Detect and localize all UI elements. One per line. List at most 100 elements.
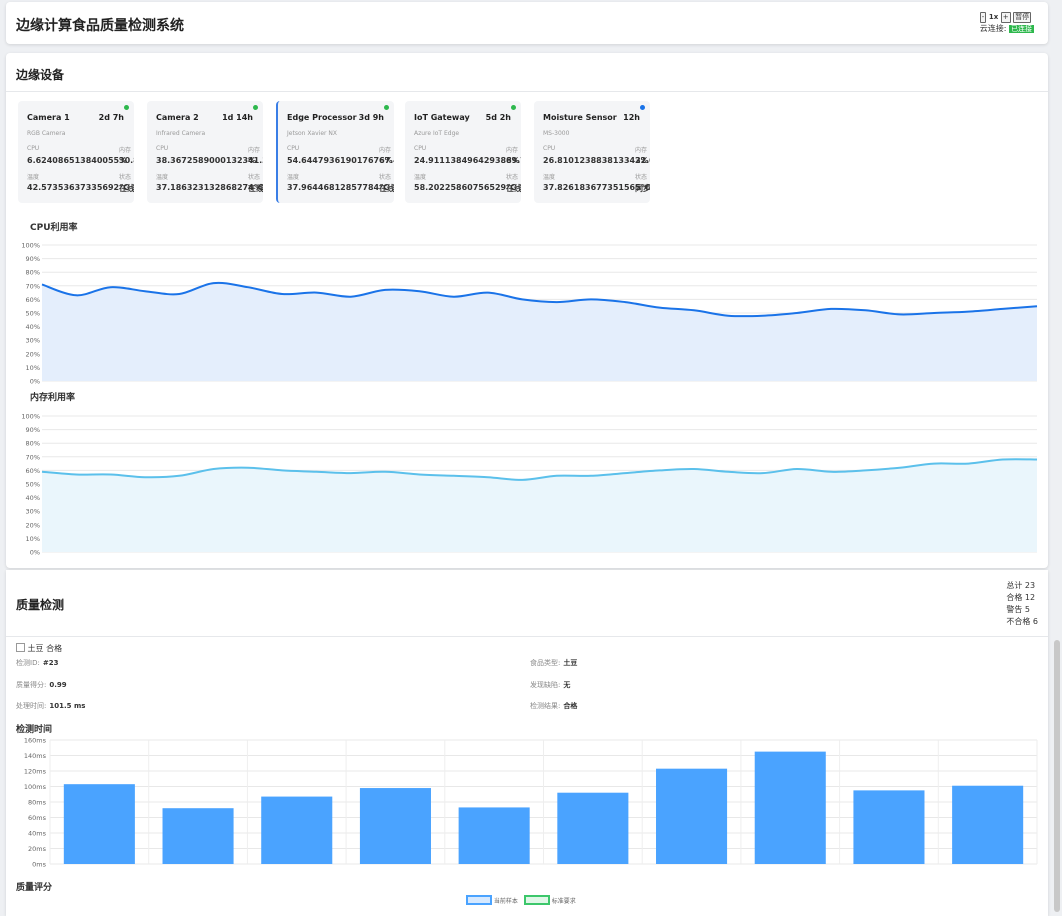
memory-label: 内存 [379, 145, 391, 154]
edge-devices-panel: 边缘设备 Camera 1 2d 7h RGB Camera CPU 内存 6.62408… [6, 53, 1048, 568]
device-card[interactable]: Camera 12d 7hRGB CameraCPU内存6.6240865138… [18, 101, 134, 203]
speed-decrease-button[interactable]: - [980, 12, 987, 23]
device-name: Edge Processor [287, 113, 357, 122]
temperature-label: 温度 [27, 172, 39, 181]
y-tick-label: 50% [26, 310, 40, 318]
cpu-value: 24.911138496429388% [414, 156, 520, 165]
sample-image-alt: 土豆 合格 [28, 644, 63, 653]
memory-label: 内存 [248, 145, 260, 154]
y-tick-label: 0% [30, 549, 40, 557]
cpu-label: CPU [414, 145, 426, 152]
y-tick-label: 30% [26, 508, 40, 516]
legend-swatch-standard [524, 895, 550, 905]
detection-time-chart: 0ms20ms40ms60ms80ms100ms120ms140ms160ms [6, 734, 1048, 874]
bar [261, 797, 332, 864]
y-tick-label: 60% [26, 296, 40, 304]
device-card[interactable]: Moisture Sensor12hMS-3000CPU内存26.8101238… [534, 101, 650, 203]
warning-count: 警告 5 [1006, 604, 1038, 616]
status-dot [640, 105, 645, 110]
bar [64, 784, 135, 864]
processing-time-row: 处理时间:101.5 ms [16, 701, 85, 711]
device-name: Moisture Sensor [543, 113, 617, 122]
device-model: Infrared Camera [156, 130, 205, 137]
device-card[interactable]: Edge Processor3d 9hJetson Xavier NXCPU内存… [276, 101, 394, 203]
device-name: Camera 1 [27, 113, 70, 122]
result-row: 检测结果:合格 [530, 701, 577, 711]
y-tick-label: 40% [26, 494, 40, 502]
bar [459, 807, 530, 864]
speed-increase-button[interactable]: + [1001, 12, 1011, 23]
memory-value: 41.3 [248, 156, 263, 165]
pause-button[interactable]: 暂停 [1013, 12, 1031, 23]
bar [360, 788, 431, 864]
y-tick-label: 20% [26, 350, 40, 358]
legend-swatch-current [466, 895, 492, 905]
status-label: 状态 [635, 172, 647, 181]
fail-count: 不合格 6 [1006, 616, 1038, 628]
device-uptime: 2d 7h [99, 113, 124, 122]
y-tick-label: 20% [26, 521, 40, 529]
section-divider [6, 91, 1048, 92]
legend-label-standard: 标准要求 [552, 898, 576, 905]
pass-count: 合格 12 [1006, 592, 1038, 604]
total-count: 总计 23 [1006, 580, 1038, 592]
cloud-status-badge: 已连接 [1009, 25, 1034, 33]
y-tick-label: 80% [26, 269, 40, 277]
y-tick-label: 160ms [24, 737, 47, 745]
legend-label-current: 当前样本 [494, 898, 518, 905]
detection-id-value: #23 [43, 659, 59, 667]
y-tick-label: 30% [26, 337, 40, 345]
device-card[interactable]: Camera 21d 14hInfrared CameraCPU内存38.367… [147, 101, 263, 203]
y-tick-label: 70% [26, 282, 40, 290]
status-label: 状态 [379, 172, 391, 181]
memory-label: 内存 [506, 145, 518, 154]
speed-value: 1x [989, 13, 998, 21]
cpu-chart-title: CPU利用率 [30, 220, 78, 233]
device-card[interactable]: IoT Gateway5d 2hAzure IoT EdgeCPU内存24.91… [405, 101, 521, 203]
y-tick-label: 100% [21, 413, 40, 421]
broken-image-icon [16, 643, 25, 652]
status-dot [253, 105, 258, 110]
y-tick-label: 140ms [24, 752, 47, 760]
result-label: 检测结果: [530, 702, 560, 710]
cpu-label: CPU [27, 145, 39, 152]
status-value: 在线 [248, 183, 263, 194]
devices-section-title: 边缘设备 [16, 66, 64, 83]
bar [853, 790, 924, 864]
app-title: 边缘计算食品质量检测系统 [16, 15, 184, 35]
status-label: 状态 [119, 172, 131, 181]
temperature-label: 温度 [543, 172, 555, 181]
cpu-label: CPU [287, 145, 299, 152]
cpu-value: 6.624086513840055% [27, 156, 127, 165]
memory-value: 69.7 [506, 156, 521, 165]
cpu-label: CPU [156, 145, 168, 152]
cpu-value: 26.810123883813343% [543, 156, 649, 165]
status-dot [124, 105, 129, 110]
device-model: RGB Camera [27, 130, 65, 137]
memory-value: 22.0 [635, 156, 650, 165]
page-scrollbar[interactable] [1054, 640, 1060, 912]
status-dot [384, 105, 389, 110]
quality-inspection-panel: 质量检测 总计 23 合格 12 警告 5 不合格 6 土豆 合格 检测ID:#… [6, 570, 1048, 916]
y-tick-label: 50% [26, 481, 40, 489]
status-value: 同步 [635, 183, 650, 194]
y-tick-label: 10% [26, 364, 40, 372]
bar [952, 786, 1023, 864]
device-name: Camera 2 [156, 113, 199, 122]
series-area [42, 283, 1037, 381]
memory-value: 67.4 [379, 156, 394, 165]
device-model: Jetson Xavier NX [287, 130, 337, 137]
memory-value: 30.8 [119, 156, 134, 165]
detection-id-label: 检测ID: [16, 659, 40, 667]
defects-value: 无 [563, 681, 570, 689]
temperature-value: 42.57353637335692°C [27, 183, 129, 192]
y-tick-label: 60% [26, 467, 40, 475]
y-tick-label: 120ms [24, 768, 47, 776]
device-uptime: 12h [623, 113, 640, 122]
y-tick-label: 100ms [24, 783, 47, 791]
device-name: IoT Gateway [414, 113, 470, 122]
cloud-label: 云连接: [980, 24, 1007, 33]
y-tick-label: 0ms [32, 861, 46, 869]
status-value: 在线 [506, 183, 521, 194]
memory-usage-chart: 0%10%20%30%40%50%60%70%80%90%100% [6, 410, 1048, 560]
